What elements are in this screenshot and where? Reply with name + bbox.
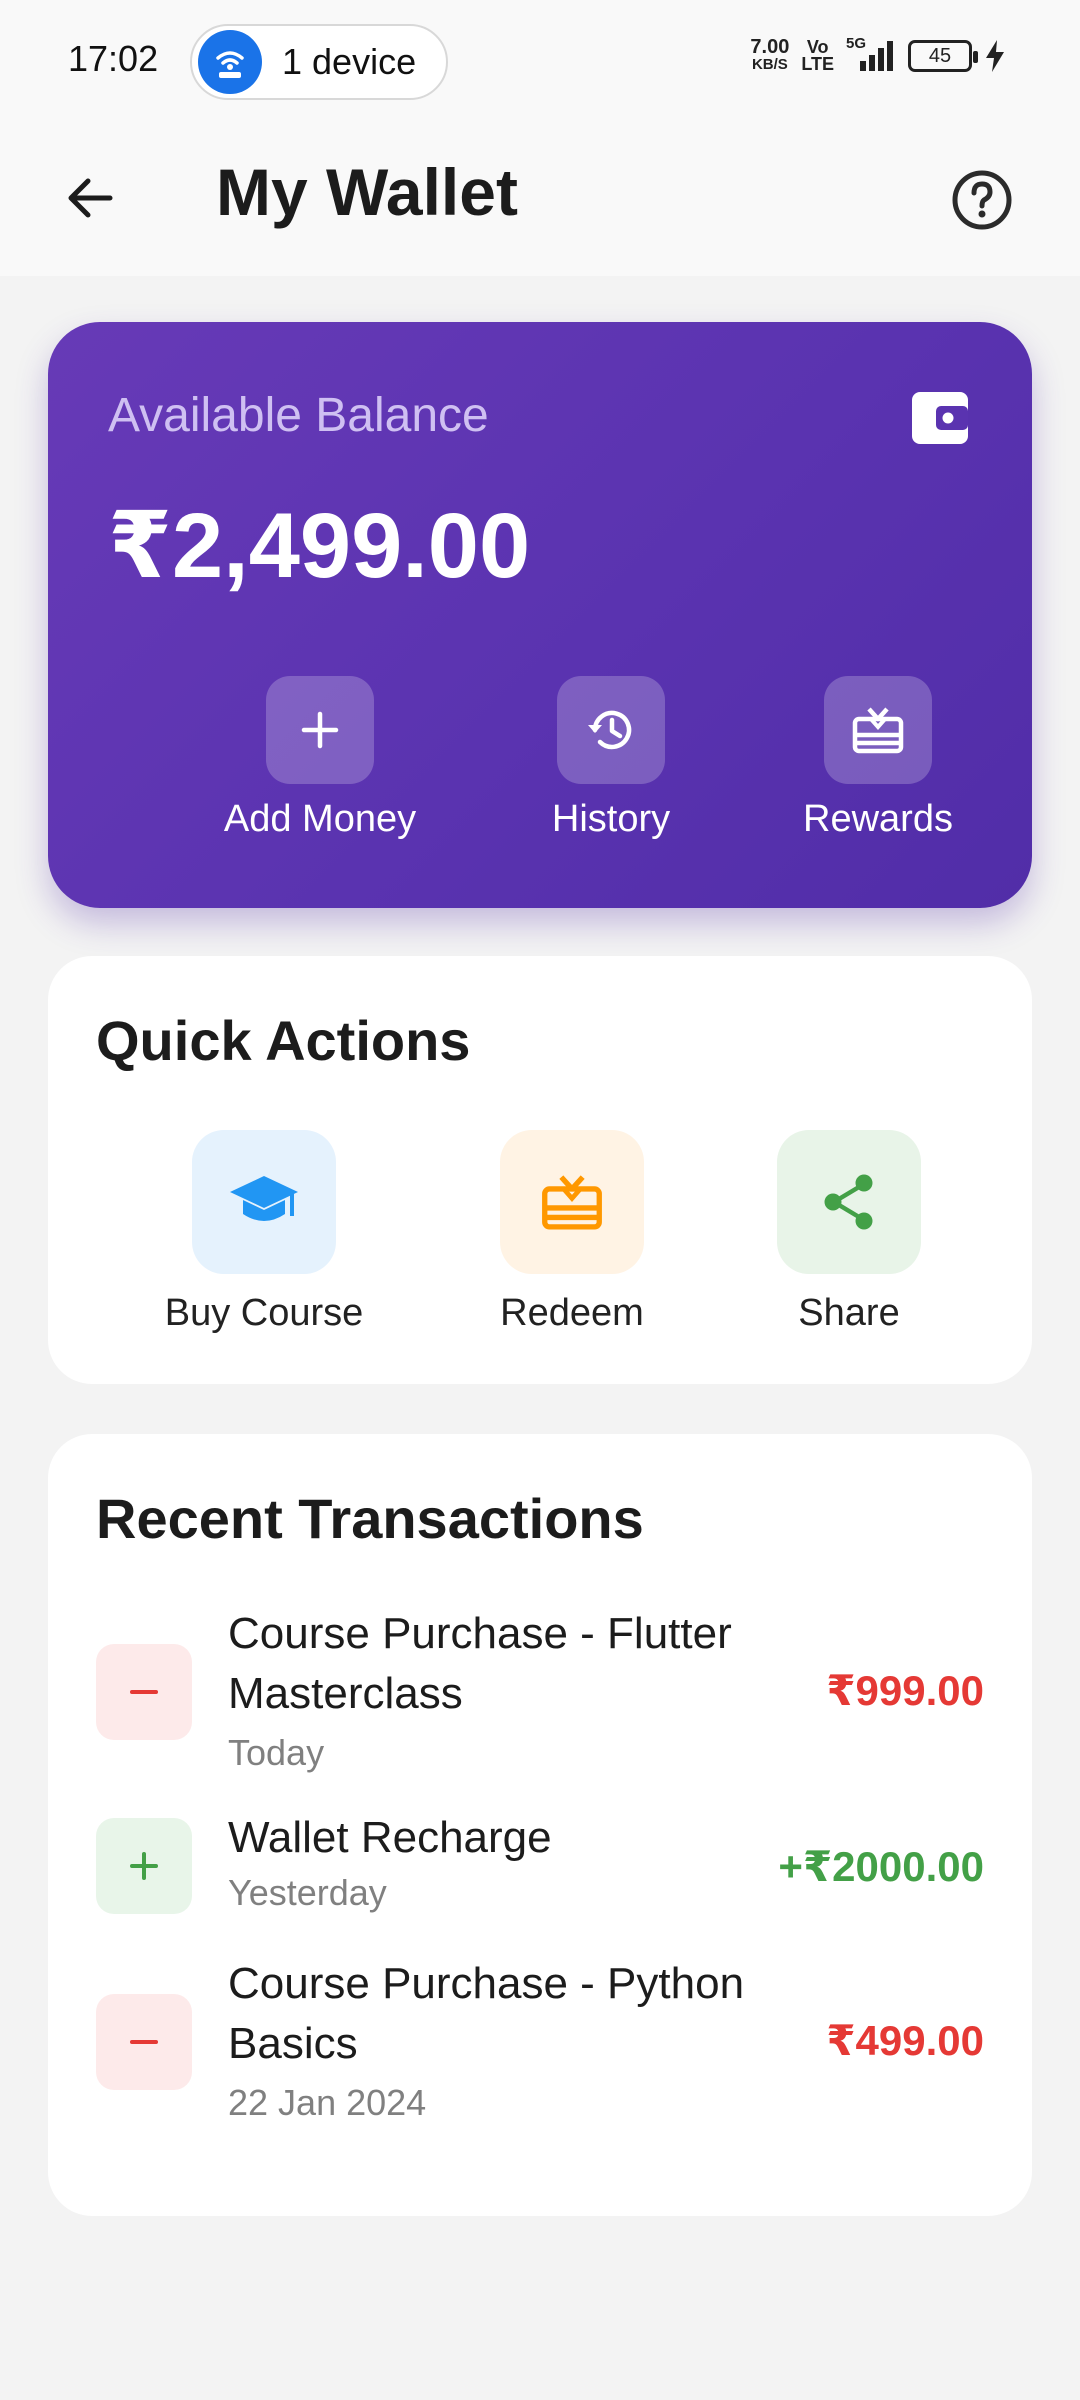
page-title: My Wallet xyxy=(216,155,518,229)
redeem-button[interactable]: Redeem xyxy=(452,1130,692,1335)
share-icon-bg xyxy=(777,1130,921,1274)
balance-amount: ₹2,499.00 xyxy=(108,495,531,597)
share-label: Share xyxy=(798,1292,900,1334)
quick-actions-title: Quick Actions xyxy=(96,1009,471,1072)
charging-icon xyxy=(986,40,1004,72)
status-time: 17:02 xyxy=(68,38,159,79)
network-type-label: 5G xyxy=(846,35,867,52)
share-button[interactable]: Share xyxy=(729,1130,969,1335)
transaction-amount: +₹2000.00 xyxy=(778,1843,984,1890)
redeem-label: Redeem xyxy=(500,1292,644,1334)
transaction-amount: ₹999.00 xyxy=(826,1667,984,1714)
hotspot-icon xyxy=(198,30,262,94)
debit-icon-bg xyxy=(96,1994,192,2090)
transaction-date: Today xyxy=(228,1732,325,1773)
network-speed-value: 7.00 xyxy=(750,36,790,58)
battery-icon: 45 xyxy=(908,40,978,72)
transaction-title: Wallet Recharge xyxy=(228,1813,552,1862)
transaction-row[interactable]: Wallet Recharge Yesterday +₹2000.00 xyxy=(48,1813,1032,1928)
recent-transactions-card: Recent Transactions Course Purchase - Fl… xyxy=(48,1434,1032,2216)
transaction-row[interactable]: Course Purchase - Flutter Masterclass To… xyxy=(48,1604,1032,1784)
share-icon xyxy=(824,1174,873,1230)
recent-transactions-title: Recent Transactions xyxy=(96,1487,644,1550)
balance-label: Available Balance xyxy=(108,389,489,442)
add-money-button[interactable]: Add Money xyxy=(200,676,440,841)
credit-icon-bg xyxy=(96,1818,192,1914)
back-button[interactable] xyxy=(50,158,130,238)
buy-course-button[interactable]: Buy Course xyxy=(144,1130,384,1335)
status-indicators: 7.00 KB/S Vo LTE 5G 45 xyxy=(750,35,1006,74)
arrow-left-icon xyxy=(68,178,113,218)
status-bar: 17:02 1 device 7.00 KB/S Vo LTE 5G 45 xyxy=(0,0,1080,124)
network-speed-unit: KB/S xyxy=(751,56,788,73)
rewards-icon-bg xyxy=(824,676,932,784)
transaction-row[interactable]: Course Purchase - Python Basics 22 Jan 2… xyxy=(48,1954,1032,2134)
quick-actions-card: Quick Actions Buy Course Redeem Share xyxy=(48,956,1032,1384)
plus-icon xyxy=(130,1852,158,1880)
transaction-amount: ₹499.00 xyxy=(826,2017,984,2064)
volte-indicator: Vo LTE xyxy=(801,38,834,74)
buy-course-icon-bg xyxy=(192,1130,336,1274)
gift-card-icon xyxy=(542,1175,602,1230)
signal-icon: 5G xyxy=(846,35,896,73)
transaction-date: Yesterday xyxy=(228,1872,387,1913)
add-money-label: Add Money xyxy=(223,798,417,840)
rewards-label: Rewards xyxy=(803,798,953,840)
help-button[interactable] xyxy=(940,158,1024,242)
network-speed: 7.00 KB/S xyxy=(750,36,790,74)
help-icon xyxy=(952,170,1012,230)
app-header: My Wallet xyxy=(0,124,1080,276)
rewards-button[interactable]: Rewards xyxy=(758,676,998,841)
redeem-icon-bg xyxy=(500,1130,644,1274)
transaction-title: Course Purchase - Flutter Masterclass xyxy=(228,1609,732,1718)
graduation-cap-icon xyxy=(230,1176,298,1221)
history-icon xyxy=(588,710,632,750)
plus-icon xyxy=(301,711,339,749)
minus-icon xyxy=(130,1690,158,1694)
buy-course-label: Buy Course xyxy=(164,1292,364,1334)
hotspot-indicator[interactable]: 1 device xyxy=(190,24,448,100)
balance-card: Available Balance ₹2,499.00 Add Money Hi… xyxy=(48,322,1032,908)
volte-bottom: LTE xyxy=(801,54,834,74)
transaction-title: Course Purchase - Python Basics xyxy=(228,1959,745,2068)
gift-card-icon xyxy=(852,707,904,754)
debit-icon-bg xyxy=(96,1644,192,1740)
history-button[interactable]: History xyxy=(491,676,731,841)
add-money-icon-bg xyxy=(266,676,374,784)
transaction-date: 22 Jan 2024 xyxy=(228,2082,427,2123)
hotspot-label: 1 device xyxy=(282,41,417,82)
history-icon-bg xyxy=(557,676,665,784)
wallet-icon xyxy=(910,390,970,451)
history-label: History xyxy=(551,798,671,840)
minus-icon xyxy=(130,2040,158,2044)
